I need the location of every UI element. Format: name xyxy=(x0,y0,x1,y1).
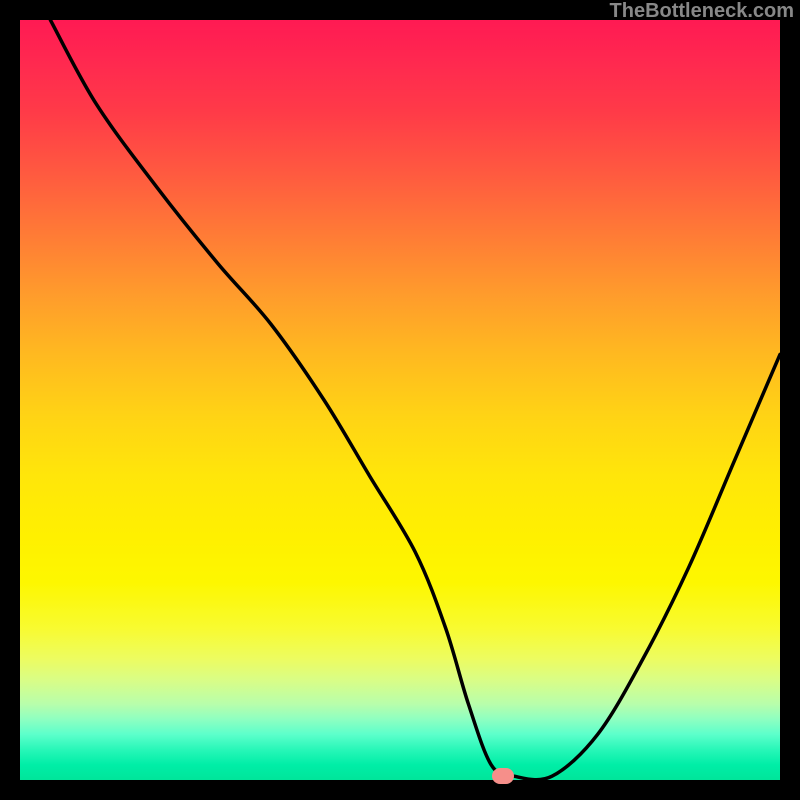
curve-svg xyxy=(20,20,780,780)
bottleneck-chart: TheBottleneck.com xyxy=(0,0,800,800)
plot-area xyxy=(20,20,780,780)
bottleneck-curve-path xyxy=(50,20,780,780)
optimal-point-marker xyxy=(492,768,514,784)
